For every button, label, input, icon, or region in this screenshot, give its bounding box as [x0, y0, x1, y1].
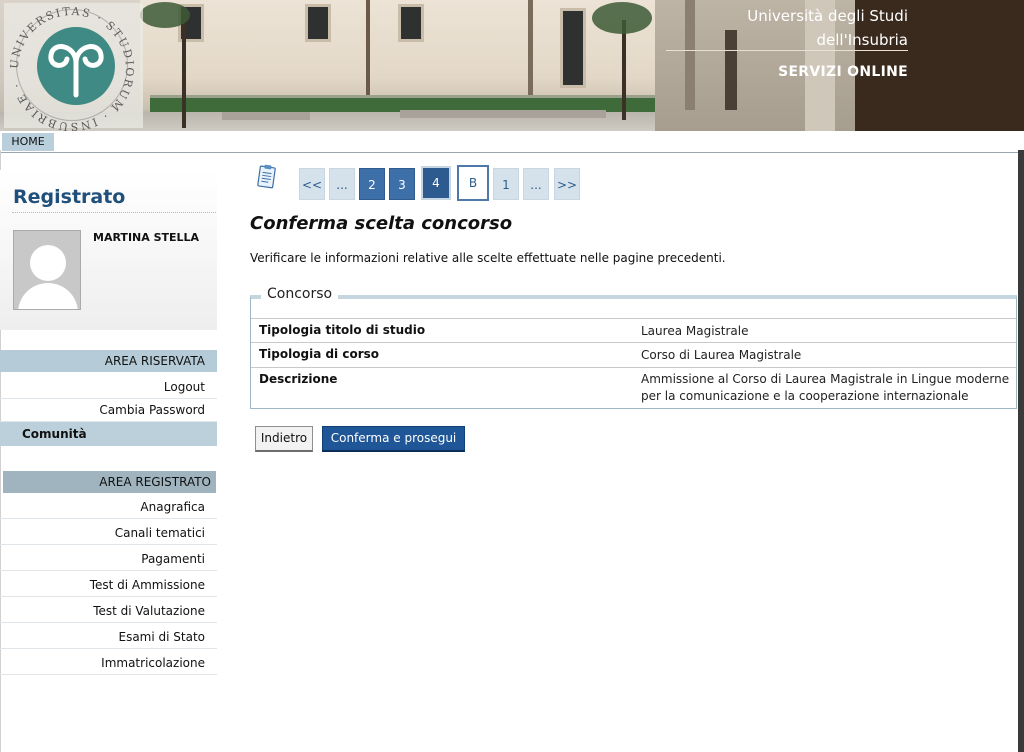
banner-photo-window — [398, 4, 424, 42]
step-last-button[interactable]: >> — [554, 168, 580, 200]
avatar — [13, 230, 81, 310]
confirm-button[interactable]: Conferma e prosegui — [322, 426, 465, 452]
row-value: Laurea Magistrale — [641, 324, 749, 338]
page-description: Verificare le informazioni relative alle… — [250, 251, 726, 265]
step-1-button[interactable]: 1 — [493, 168, 519, 200]
banner-photo-door — [560, 8, 586, 88]
university-logo[interactable]: UNIVERSITAS · STUDIORUM · INSUBRIAE · — [4, 3, 143, 131]
page-title: Conferma scelta concorso — [250, 213, 513, 234]
step-first-button[interactable]: << — [299, 168, 325, 200]
user-profile-box: Registrato MARTINA STELLA — [0, 170, 217, 330]
clipboard-icon — [257, 164, 276, 189]
banner-photo-bench — [222, 112, 310, 120]
area-riservata-header: AREA RISERVATA — [0, 350, 217, 372]
step-b-button[interactable]: B — [457, 165, 489, 201]
sidebar-item-anagrafica[interactable]: Anagrafica — [0, 495, 217, 519]
sidebar-item-comunita[interactable]: Comunità — [0, 422, 217, 446]
sidebar-item-test-valutazione[interactable]: Test di Valutazione — [0, 599, 217, 623]
row-label: Tipologia titolo di studio — [259, 323, 426, 337]
row-value: Corso di Laurea Magistrale — [641, 348, 802, 362]
step-ellipsis-left[interactable]: ... — [329, 168, 355, 200]
sidebar-item-canali-tematici[interactable]: Canali tematici — [0, 521, 217, 545]
step-3-button[interactable]: 3 — [389, 168, 415, 200]
logo-disc — [37, 27, 115, 105]
logo-emblem-icon — [48, 44, 104, 98]
step-4-current[interactable]: 4 — [421, 166, 451, 200]
row-value: Ammissione al Corso di Laurea Magistrale… — [641, 372, 1010, 403]
sidebar-item-logout[interactable]: Logout — [0, 375, 217, 399]
back-button[interactable]: Indietro — [255, 426, 313, 452]
table-row: Tipologia titolo di studio Laurea Magist… — [251, 318, 1016, 342]
banner-photo-tree — [182, 10, 186, 128]
table-row: Descrizione Ammissione al Corso di Laure… — [251, 367, 1016, 409]
banner-photo-tree — [140, 2, 190, 28]
concorso-fieldset: Concorso Tipologia titolo di studio Laur… — [250, 286, 1017, 409]
header-banner: UNIVERSITAS · STUDIORUM · INSUBRIAE · Un… — [0, 0, 1024, 131]
servizi-online-label: SERVIZI ONLINE — [778, 64, 908, 80]
sidebar-item-immatricolazione[interactable]: Immatricolazione — [0, 651, 217, 675]
user-name: MARTINA STELLA — [93, 231, 200, 244]
sidebar-item-cambia-password[interactable]: Cambia Password — [0, 398, 217, 422]
row-label: Tipologia di corso — [259, 347, 380, 361]
sidebar-item-esami-stato[interactable]: Esami di Stato — [0, 625, 217, 649]
nav-home-tab[interactable]: HOME — [2, 133, 54, 151]
top-navigation: HOME — [0, 131, 1024, 153]
sidebar-title-divider — [12, 212, 216, 213]
university-name-line2: dell'Insubria — [816, 31, 908, 49]
sidebar-item-pagamenti[interactable]: Pagamenti — [0, 547, 217, 571]
row-label: Descrizione — [259, 372, 338, 386]
concorso-legend: Concorso — [261, 286, 339, 302]
avatar-head-icon — [30, 245, 66, 281]
banner-photo-tree — [592, 2, 652, 34]
sidebar-title: Registrato — [13, 186, 126, 208]
banner-photo-tree — [622, 20, 626, 120]
step-2-button[interactable]: 2 — [359, 168, 385, 200]
avatar-body-icon — [18, 283, 78, 309]
banner-divider — [666, 50, 908, 51]
sidebar-item-test-ammissione[interactable]: Test di Ammissione — [0, 573, 217, 597]
area-registrato-header: AREA REGISTRATO — [3, 471, 216, 493]
table-row: Tipologia di corso Corso di Laurea Magis… — [251, 342, 1016, 367]
window-border-right — [1018, 150, 1024, 752]
university-name-line1: Università degli Studi — [747, 7, 908, 25]
step-ellipsis-right[interactable]: ... — [523, 168, 549, 200]
banner-photo-bench — [400, 110, 606, 118]
banner-photo-window — [305, 4, 331, 42]
